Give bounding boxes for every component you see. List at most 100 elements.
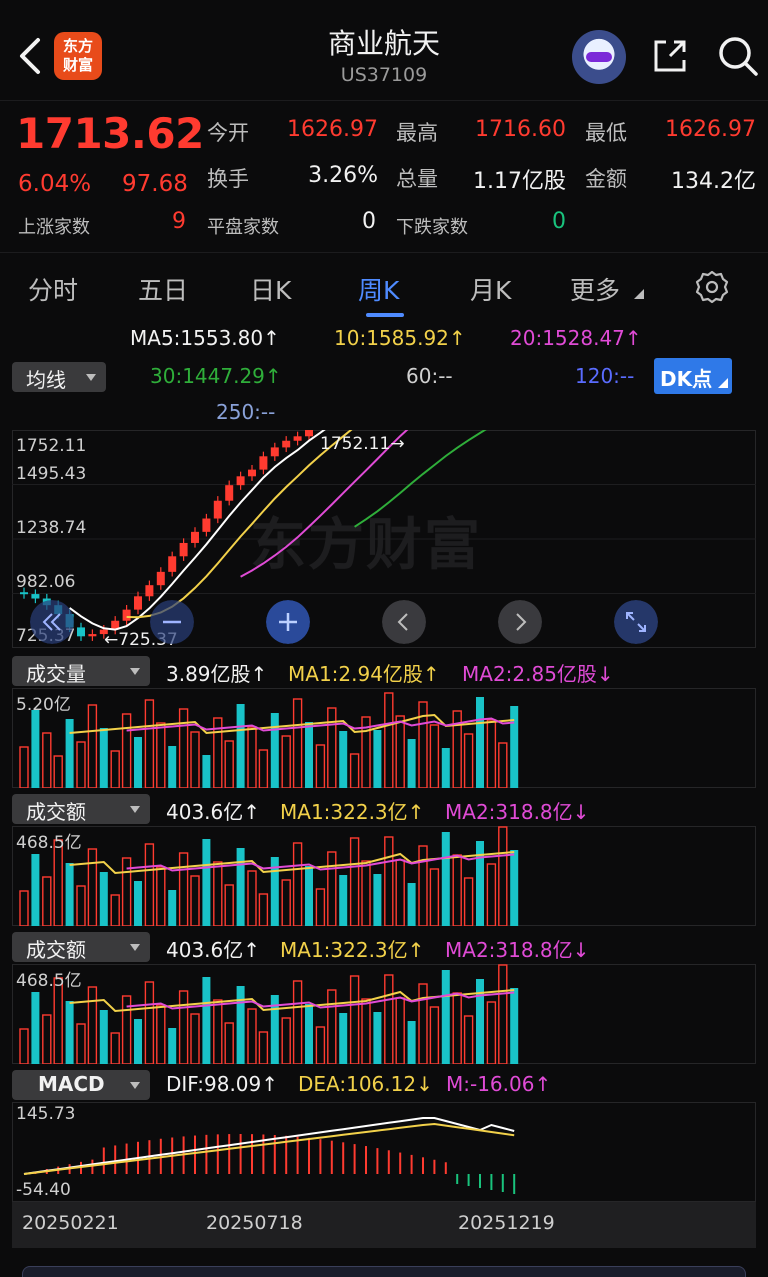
volume-bar [476,841,484,926]
volume-bar [202,755,211,788]
volume-bar [19,746,29,788]
tab-intraday[interactable]: 分时 [28,271,78,307]
amount-chart-2[interactable] [12,964,756,1064]
tab-weekly-k[interactable]: 周K [358,271,399,307]
volume-bar [349,837,360,926]
volume-bar [339,1013,348,1064]
assistant-avatar-icon[interactable] [572,30,626,84]
amount-ma1-1: MA1:322.3亿↑ [280,800,425,824]
candle-body [191,531,199,543]
volume-bar [315,744,326,788]
amount-indicator-label-2: 成交额 [26,938,86,962]
volume-bar [510,988,519,1064]
volume-bar [134,737,142,788]
ma-type-select[interactable]: 均线 [12,362,106,392]
macd-indicator-label: MACD [38,1072,105,1096]
volume-bar [110,894,120,926]
volume-bar [236,986,245,1064]
tab-daily-k[interactable]: 日K [250,271,291,307]
share-icon[interactable] [650,36,690,76]
down-count-value: 0 [552,209,566,234]
candle-body [202,518,211,532]
zoom-out-button[interactable] [150,600,194,644]
volume-bar [19,1028,29,1064]
dk-point-button[interactable]: DK点 [654,358,732,394]
amount-indicator-label-1: 成交额 [26,800,86,824]
volume-bar [452,992,462,1064]
amount-value: 134.2亿 [671,169,756,194]
tab-monthly-k[interactable]: 月K [470,271,511,307]
volume-indicator-select[interactable]: 成交量 [12,656,150,686]
candle-body [145,585,154,597]
volume-bar [247,726,257,788]
volume-bar [224,740,234,788]
candle-body [248,469,256,477]
volume-bar [258,893,269,926]
ma30-value: 30:1447.29↑ [150,364,282,388]
volume-bar [134,881,142,926]
tab-five-day[interactable]: 五日 [138,271,188,307]
volume-bar [452,854,462,926]
amount-indicator-select-2[interactable]: 成交额 [12,932,150,962]
amount-ma2-1: MA2:318.8亿↓ [445,800,590,824]
volume-bar [156,866,166,926]
active-tab-indicator [366,313,404,317]
quote-panel: 1713.62 6.04% 97.68 今开 1626.97 最高 1716.6… [0,100,768,250]
high-label: 最高 [396,121,438,145]
volume-bar [99,728,108,788]
amount-indicator-select-1[interactable]: 成交额 [12,794,150,824]
volume-bar [349,753,360,788]
amount-chart-1[interactable] [12,826,756,926]
scroll-left-button[interactable] [382,600,426,644]
volume-bar [339,731,348,788]
candle-body [179,542,188,557]
volume-bar [31,992,40,1064]
scroll-left-fast-button[interactable] [30,600,74,644]
volume-bar [168,1028,177,1064]
candle-body [305,430,313,437]
amount-current-1: 403.6亿↑ [166,800,261,824]
scroll-right-button[interactable] [498,600,542,644]
macd-chart[interactable] [12,1102,756,1202]
ma20-value: 20:1528.47↑ [510,326,642,350]
volume-bar [510,706,519,788]
volume-bar [418,983,428,1064]
volume-bar [349,975,360,1064]
volume-bar [190,875,200,926]
gear-icon[interactable] [694,269,730,305]
tab-more[interactable]: 更多 [570,271,620,307]
volume-bar [99,1010,108,1064]
flat-count-label: 平盘家数 [207,217,279,238]
volume-bar [190,1013,200,1064]
volume-bar [510,850,519,926]
volume-bar [168,890,177,926]
search-icon[interactable] [716,34,760,78]
volume-bar [339,875,348,926]
volume-bar [65,719,74,788]
volume-bar [486,863,497,926]
kline-y-label-1: 1752.11 [16,436,87,456]
zoom-in-button[interactable] [266,600,310,644]
volume-bar [407,883,416,926]
volume-bar [178,990,189,1064]
volume-indicator-label: 成交量 [26,662,86,686]
volume-bar [476,697,484,788]
volume-bar [53,755,63,788]
volume-bar [202,839,211,926]
volume-current: 3.89亿股↑ [166,662,268,686]
volume-label: 总量 [396,167,438,191]
volume-bar [121,713,132,788]
volume-bar [42,732,52,788]
volume-bar [31,854,40,926]
flat-count-value: 0 [362,209,376,234]
macd-indicator-select[interactable]: MACD [12,1070,150,1100]
volume-chart[interactable] [12,688,756,788]
volume-bar [213,861,223,926]
volume-bar [373,874,382,926]
fullscreen-button[interactable] [614,600,658,644]
bottom-toolbar[interactable] [22,1266,746,1277]
change-value: 97.68 [122,171,188,197]
volume-bar [315,888,326,926]
date-label-start: 20250221 [22,1212,119,1234]
volume-bar [236,848,245,926]
